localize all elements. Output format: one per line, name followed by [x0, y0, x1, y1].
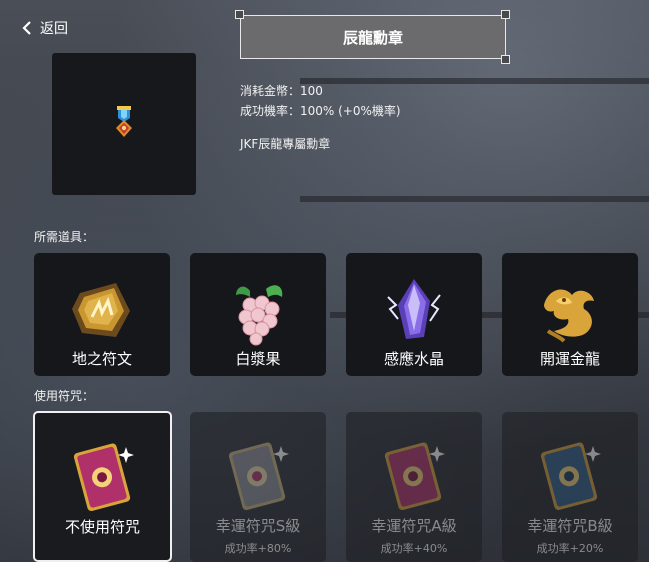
charm-card-icon [63, 437, 143, 517]
background-shelf [300, 78, 649, 84]
material-card[interactable]: 白漿果 [190, 253, 326, 376]
crystal-icon [374, 271, 454, 351]
charm-name: 幸運符咒A級 [371, 517, 457, 535]
charm-name: 幸運符咒B級 [527, 517, 613, 535]
material-card[interactable]: 開運金龍 [502, 253, 638, 376]
back-button[interactable]: 返回 [22, 18, 68, 38]
medal-icon [112, 104, 136, 144]
charm-option-b[interactable]: 幸運符咒B級 成功率+20% [502, 412, 638, 562]
charm-option-s[interactable]: 幸運符咒S級 成功率+80% [190, 412, 326, 562]
charm-name: 不使用符咒 [64, 518, 140, 536]
title-corner-handle [235, 10, 244, 19]
success-rate-text: 成功機率：100% (+0%機率) [240, 104, 401, 118]
item-preview [52, 53, 196, 195]
charm-rate: 成功率+20% [536, 542, 604, 555]
charm-option-none[interactable]: 不使用符咒 [33, 411, 172, 562]
charms-label: 使用符咒： [34, 389, 95, 403]
background-shelf [300, 196, 649, 202]
material-card[interactable]: 感應水晶 [346, 253, 482, 376]
material-card[interactable]: 地之符文 [34, 253, 170, 376]
material-name: 感應水晶 [383, 350, 444, 368]
charm-rate: 成功率+40% [380, 542, 448, 555]
charm-rate: 成功率+80% [224, 542, 292, 555]
back-label: 返回 [40, 21, 68, 37]
charm-name: 幸運符咒S級 [215, 517, 301, 535]
charm-card-icon [374, 436, 454, 516]
charm-card-icon [530, 436, 610, 516]
earth-rune-icon [62, 271, 142, 351]
material-name: 白漿果 [235, 350, 281, 368]
title-text: 辰龍勳章 [342, 28, 403, 47]
golden-dragon-icon [530, 271, 610, 351]
chevron-left-icon [22, 21, 32, 35]
material-name: 地之符文 [71, 350, 132, 368]
charm-card-icon [218, 436, 298, 516]
title-corner-handle [501, 10, 510, 19]
title-corner-handle [501, 55, 510, 64]
charm-option-a[interactable]: 幸運符咒A級 成功率+40% [346, 412, 482, 562]
cost-text: 消耗金幣：100 [240, 84, 323, 98]
page-title: 辰龍勳章 [240, 15, 506, 59]
white-berry-icon [218, 271, 298, 351]
materials-label: 所需道具： [34, 230, 95, 244]
item-description: JKF辰龍專屬勳章 [240, 137, 331, 151]
material-name: 開運金龍 [539, 350, 600, 368]
